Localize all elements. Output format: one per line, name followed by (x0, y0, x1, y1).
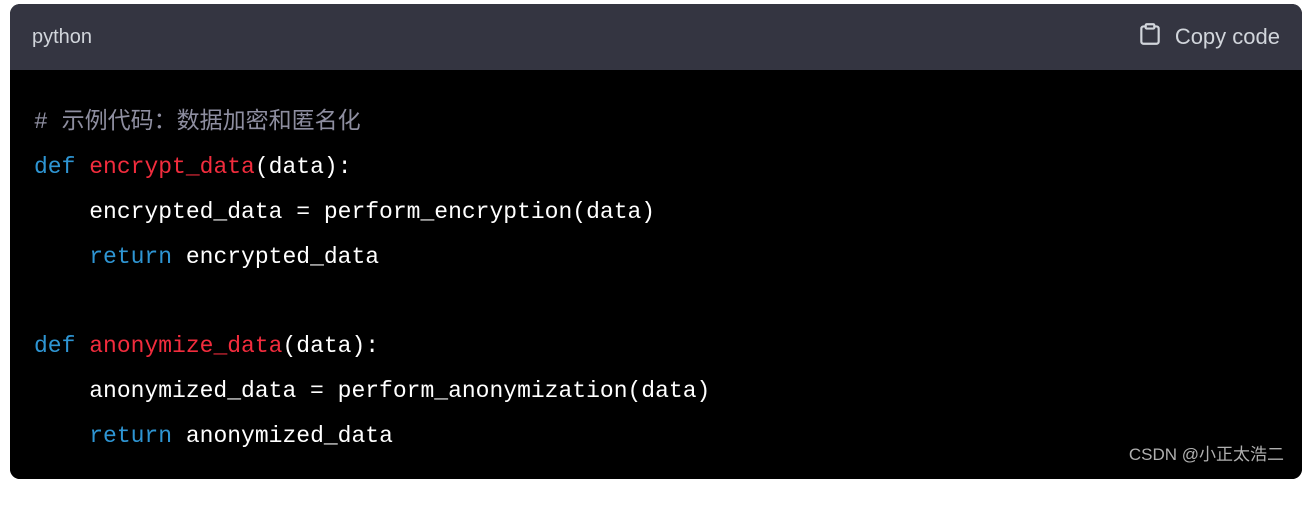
code-line: return anonymized_data (34, 414, 1278, 459)
code-line: anonymized_data = perform_anonymization(… (34, 369, 1278, 414)
code-token: (data): (255, 154, 352, 180)
code-token: return (89, 244, 172, 270)
code-line: def encrypt_data(data): (34, 145, 1278, 190)
code-line: return encrypted_data (34, 235, 1278, 280)
copy-code-button[interactable]: Copy code (1137, 21, 1280, 53)
code-token: def (34, 154, 75, 180)
code-token: anonymize_data (89, 333, 282, 359)
code-token (75, 154, 89, 180)
code-token: encrypted_data = perform_encryption(data… (34, 199, 655, 225)
code-token: encrypt_data (89, 154, 255, 180)
code-header: python Copy code (10, 4, 1302, 70)
code-token: (data): (282, 333, 379, 359)
code-line (34, 279, 1278, 324)
code-token (75, 333, 89, 359)
code-token: anonymized_data = perform_anonymization(… (34, 378, 710, 404)
code-token: def (34, 333, 75, 359)
code-body: # 示例代码：数据加密和匿名化def encrypt_data(data): e… (10, 70, 1302, 479)
code-token: return (89, 423, 172, 449)
code-line: # 示例代码：数据加密和匿名化 (34, 100, 1278, 145)
code-token: # 示例代码：数据加密和匿名化 (34, 109, 361, 135)
code-token (34, 244, 89, 270)
copy-code-label: Copy code (1175, 24, 1280, 50)
code-line: encrypted_data = perform_encryption(data… (34, 190, 1278, 235)
code-content: # 示例代码：数据加密和匿名化def encrypt_data(data): e… (34, 100, 1278, 459)
code-line: def anonymize_data(data): (34, 324, 1278, 369)
code-token: encrypted_data (172, 244, 379, 270)
code-token: anonymized_data (172, 423, 393, 449)
clipboard-icon (1137, 21, 1163, 53)
code-token (34, 423, 89, 449)
watermark: CSDN @小正太浩二 (1129, 438, 1284, 471)
language-label: python (32, 26, 92, 49)
code-block: python Copy code # 示例代码：数据加密和匿名化 def encr… (10, 4, 1302, 479)
